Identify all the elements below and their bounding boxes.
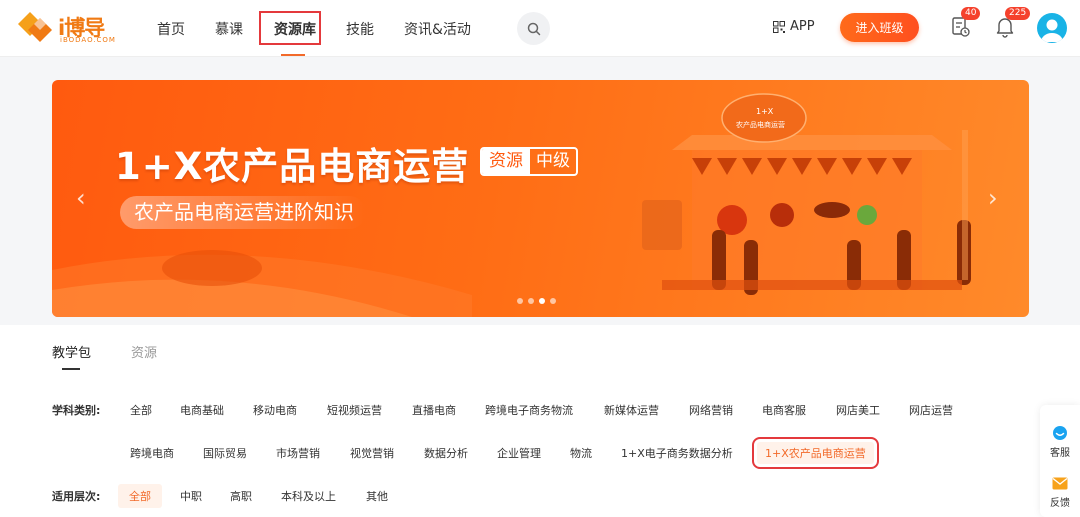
subject-chip-all[interactable]: 全部 bbox=[122, 399, 160, 421]
subject-chip[interactable]: 网店美工 bbox=[828, 399, 888, 421]
subject-chip[interactable]: 物流 bbox=[562, 442, 600, 464]
banner-level-tag: 资源 中级 bbox=[480, 147, 578, 176]
level-chip[interactable]: 本科及以上 bbox=[273, 485, 344, 507]
banner-tag-level: 中级 bbox=[536, 151, 570, 171]
top-header: i博导 iBODAO.COM 首页 慕课 资源库 技能 资讯&活动 APP 进入… bbox=[0, 0, 1080, 57]
subject-chip[interactable]: 国际贸易 bbox=[195, 442, 255, 464]
shop-sign-line2: 农产品电商运营 bbox=[736, 121, 785, 129]
user-icon bbox=[1041, 19, 1063, 42]
subject-chip[interactable]: 短视频运营 bbox=[319, 399, 390, 421]
subject-chip-selected[interactable]: 1+X农产品电商运营 bbox=[752, 437, 879, 469]
enter-class-button[interactable]: 进入班级 bbox=[840, 13, 919, 42]
task-count-badge: 40 bbox=[961, 7, 981, 20]
carousel-indicator bbox=[517, 298, 556, 304]
banner-prev-arrow-icon[interactable]: ‹ bbox=[76, 184, 86, 212]
level-chip[interactable]: 其他 bbox=[358, 485, 396, 507]
banner-subtitle: 农产品电商运营进阶知识 bbox=[120, 196, 366, 229]
subject-chip[interactable]: 新媒体运营 bbox=[596, 399, 667, 421]
level-chip[interactable]: 中职 bbox=[172, 485, 210, 507]
subject-chip[interactable]: 网店运营 bbox=[901, 399, 961, 421]
shop-sign-line1: 1+X bbox=[756, 107, 774, 116]
carousel-dot[interactable] bbox=[528, 298, 534, 304]
search-icon bbox=[527, 22, 540, 35]
search-button[interactable] bbox=[517, 12, 550, 45]
task-list-button[interactable]: 40 bbox=[951, 7, 981, 38]
subject-chip[interactable]: 直播电商 bbox=[404, 399, 464, 421]
user-avatar[interactable] bbox=[1037, 13, 1067, 43]
subject-chip[interactable]: 跨境电子商务物流 bbox=[477, 399, 581, 421]
nav-home[interactable]: 首页 bbox=[157, 19, 185, 39]
level-label: 适用层次: bbox=[52, 490, 101, 503]
nav-active-underline bbox=[281, 54, 305, 56]
subject-category-label: 学科类别: bbox=[52, 404, 101, 417]
carousel-dot[interactable] bbox=[550, 298, 556, 304]
subject-chip[interactable]: 电商基础 bbox=[172, 399, 232, 421]
subject-chip[interactable]: 市场营销 bbox=[268, 442, 328, 464]
subject-chip[interactable]: 跨境电商 bbox=[122, 442, 182, 464]
qrcode-icon bbox=[773, 20, 785, 33]
feedback-button[interactable]: 反馈 bbox=[1040, 477, 1080, 509]
mail-icon bbox=[1052, 477, 1068, 490]
nav-highlight-box bbox=[259, 11, 321, 45]
tab-teaching-package[interactable]: 教学包 bbox=[52, 342, 91, 361]
subject-chip[interactable]: 网络营销 bbox=[681, 399, 741, 421]
customer-service-button[interactable]: 客服 bbox=[1040, 425, 1080, 459]
nav-news-activities[interactable]: 资讯&活动 bbox=[404, 19, 471, 39]
site-logo[interactable]: i博导 iBODAO.COM bbox=[14, 10, 124, 46]
app-label: APP bbox=[790, 19, 815, 34]
level-chip[interactable]: 高职 bbox=[222, 485, 260, 507]
subject-chip[interactable]: 1+X电子商务数据分析 bbox=[613, 442, 741, 464]
customer-service-label: 客服 bbox=[1050, 448, 1070, 459]
banner-title: 1+X农产品电商运营 bbox=[115, 145, 470, 188]
subject-chip[interactable]: 移动电商 bbox=[245, 399, 305, 421]
notification-button[interactable]: 225 bbox=[995, 7, 1031, 38]
tab-active-underline bbox=[62, 368, 80, 370]
banner-next-arrow-icon[interactable]: › bbox=[988, 184, 998, 212]
resource-filter-panel: 教学包 资源 学科类别: 全部 电商基础 移动电商 短视频运营 直播电商 跨境电… bbox=[0, 325, 1080, 517]
app-download-link[interactable]: APP bbox=[773, 19, 815, 34]
subject-chip[interactable]: 电商客服 bbox=[754, 399, 814, 421]
nav-skills[interactable]: 技能 bbox=[346, 19, 374, 39]
carousel-dot-active[interactable] bbox=[539, 298, 545, 304]
feedback-label: 反馈 bbox=[1050, 498, 1070, 509]
logo-mark-icon bbox=[18, 12, 52, 42]
hero-banner[interactable]: 1+X 农产品电商运营 1+X农产品电商运营 资源 中级 农产品电商运营进阶知识… bbox=[52, 80, 1029, 317]
level-chip-all[interactable]: 全部 bbox=[118, 484, 162, 508]
subject-chip[interactable]: 视觉营销 bbox=[342, 442, 402, 464]
logo-subtext: iBODAO.COM bbox=[60, 36, 116, 44]
carousel-dot[interactable] bbox=[517, 298, 523, 304]
banner-tag-resource: 资源 bbox=[482, 149, 530, 174]
nav-mooc[interactable]: 慕课 bbox=[215, 19, 243, 39]
tab-resources[interactable]: 资源 bbox=[131, 342, 157, 361]
chat-icon bbox=[1053, 426, 1067, 440]
notification-count-badge: 225 bbox=[1005, 7, 1031, 20]
subject-chip[interactable]: 企业管理 bbox=[489, 442, 549, 464]
subject-chip[interactable]: 数据分析 bbox=[416, 442, 476, 464]
floating-side-panel: 客服 反馈 bbox=[1040, 405, 1080, 517]
